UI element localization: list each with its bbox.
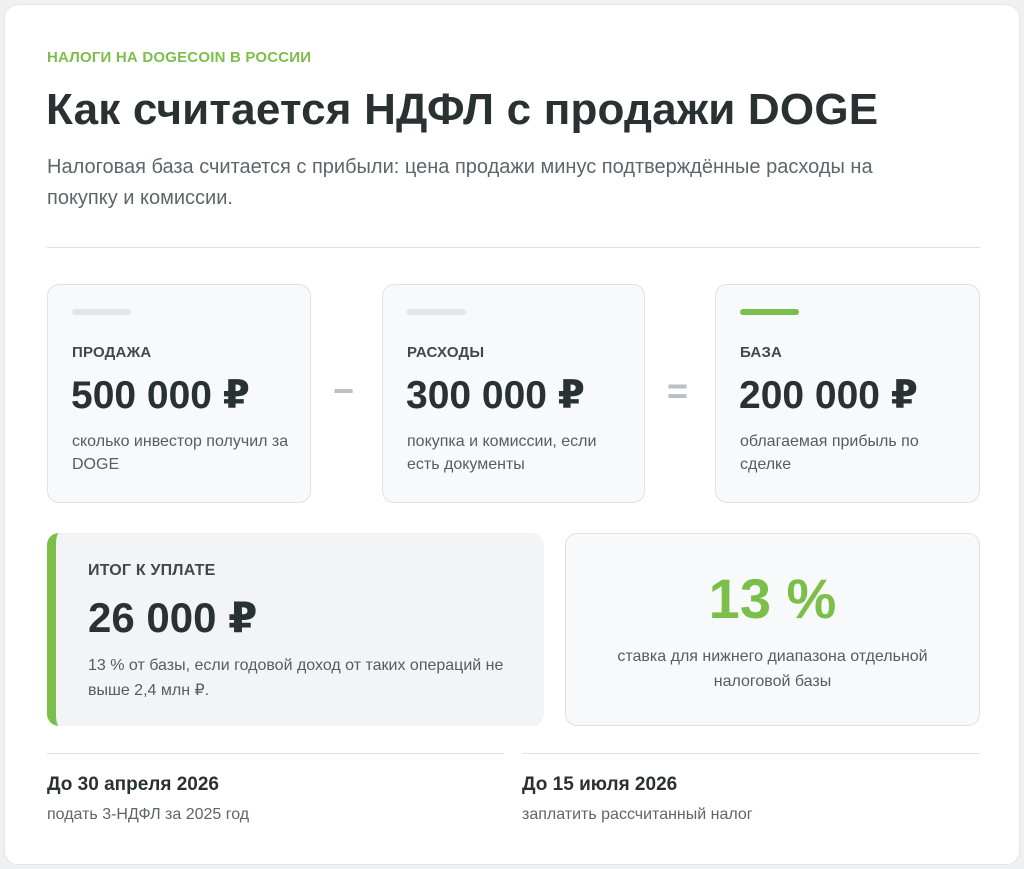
deadline-item: До 15 июля 2026 заплатить рассчитанный н… [522, 753, 980, 823]
eyebrow-label: НАЛОГИ НА DOGECOIN В РОССИИ [47, 49, 312, 66]
base-accent-bar [740, 309, 799, 315]
sale-label: ПРОДАЖА [72, 344, 152, 361]
rate-description: ставка для нижнего диапазона отдельной н… [617, 648, 928, 690]
base-box: БАЗА 200 000 ₽ облагаемая прибыль по сде… [715, 284, 980, 503]
page-title: Как считается НДФЛ с продажи DOGE [46, 85, 879, 134]
deadline-date: До 30 апреля 2026 [47, 774, 219, 795]
header-divider [47, 247, 980, 248]
minus-operator: − [333, 370, 355, 411]
total-description: 13 % от базы, если годовой доход от таки… [88, 657, 504, 699]
rate-box: 13 % ставка для нижнего диапазона отдель… [565, 533, 980, 726]
deadline-note: заплатить рассчитанный налог [522, 806, 753, 823]
sale-box: ПРОДАЖА 500 000 ₽ сколько инвестор получ… [47, 284, 311, 503]
total-value: 26 000 ₽ [88, 594, 258, 641]
deadline-date: До 15 июля 2026 [522, 774, 678, 795]
rate-value: 13 % [708, 567, 837, 630]
deadline-note: подать 3-НДФЛ за 2025 год [47, 806, 250, 823]
page-subtitle: Налоговая база считается с прибыли: цена… [47, 156, 873, 209]
expenses-label: РАСХОДЫ [407, 344, 485, 361]
base-description: облагаемая прибыль по сделке [740, 433, 919, 473]
expenses-value: 300 000 ₽ [406, 374, 585, 417]
sale-value: 500 000 ₽ [71, 374, 250, 417]
expenses-box: РАСХОДЫ 300 000 ₽ покупка и комиссии, ес… [382, 284, 645, 503]
sale-description: сколько инвестор получил за DOGE [72, 433, 289, 473]
infographic-card: НАЛОГИ НА DOGECOIN В РОССИИ Как считаетс… [4, 4, 1020, 865]
sale-accent-bar [72, 309, 131, 315]
equals-operator: = [667, 370, 689, 411]
base-label: БАЗА [740, 344, 783, 361]
deadline-item: До 30 апреля 2026 подать 3-НДФЛ за 2025 … [47, 753, 504, 823]
total-label: ИТОГ К УПЛАТЕ [88, 562, 216, 579]
base-value: 200 000 ₽ [739, 374, 918, 417]
expenses-accent-bar [407, 309, 466, 315]
expenses-description: покупка и комиссии, если есть документы [407, 433, 597, 473]
total-box: ИТОГ К УПЛАТЕ 26 000 ₽ 13 % от базы, есл… [47, 533, 544, 726]
